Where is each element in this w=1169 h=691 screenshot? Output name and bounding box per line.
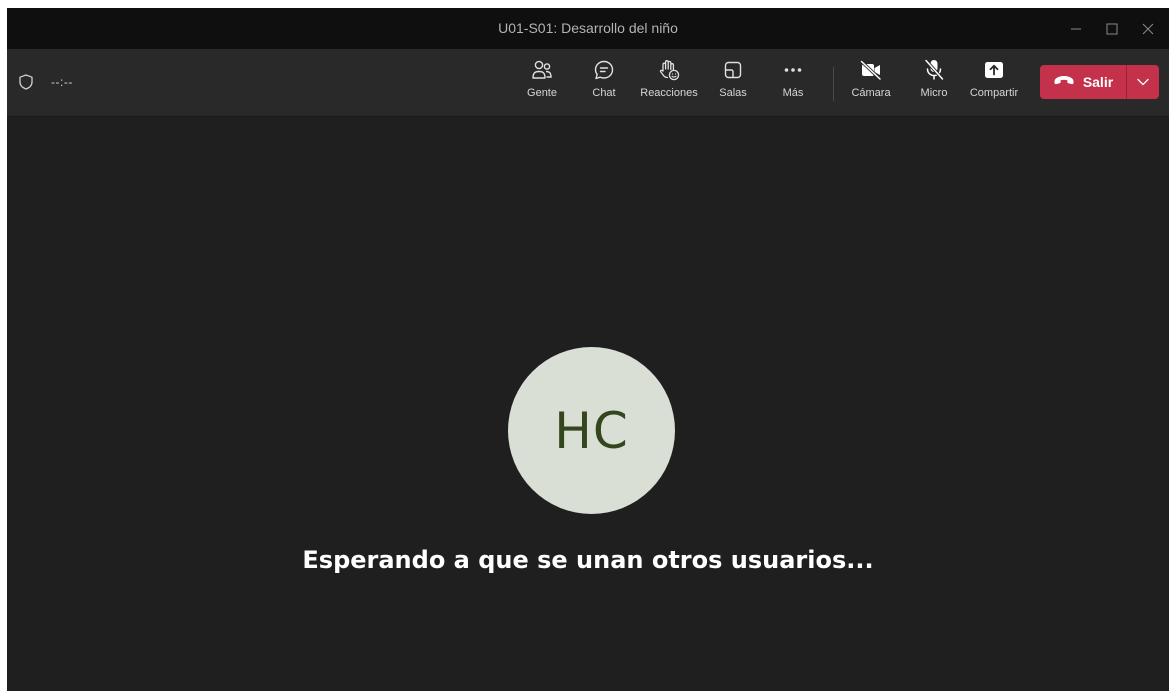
toolbar-divider bbox=[833, 67, 834, 101]
minimize-button[interactable] bbox=[1059, 8, 1093, 49]
meeting-timer: --:-- bbox=[51, 75, 73, 89]
share-label: Compartir bbox=[969, 87, 1019, 99]
chat-label: Chat bbox=[592, 87, 616, 99]
reactions-button[interactable]: Reacciones bbox=[638, 57, 700, 113]
avatar: HC bbox=[508, 347, 675, 514]
camera-button[interactable]: Cámara bbox=[848, 57, 894, 113]
camera-label: Cámara bbox=[851, 87, 891, 99]
raise-hand-icon bbox=[657, 57, 681, 83]
more-icon bbox=[782, 57, 804, 83]
rooms-label: Salas bbox=[719, 87, 747, 99]
meeting-window: U01-S01: Desarrollo del niño --:-- Gente… bbox=[7, 8, 1169, 691]
people-icon bbox=[531, 57, 553, 83]
hang-up-icon bbox=[1053, 73, 1075, 91]
people-button[interactable]: Gente bbox=[524, 57, 560, 113]
window-title: U01-S01: Desarrollo del niño bbox=[498, 20, 678, 36]
minimize-icon bbox=[1071, 28, 1081, 29]
rooms-icon bbox=[723, 57, 743, 83]
avatar-initials: HC bbox=[554, 401, 629, 460]
close-icon bbox=[1142, 23, 1154, 34]
more-button[interactable]: Más bbox=[776, 57, 810, 113]
meeting-toolbar: --:-- Gente Chat Reacciones Salas Más Cá… bbox=[7, 49, 1169, 117]
mic-button[interactable]: Micro bbox=[916, 57, 952, 113]
reactions-label: Reacciones bbox=[640, 87, 698, 99]
mic-label: Micro bbox=[920, 87, 948, 99]
mic-off-icon bbox=[923, 57, 945, 83]
leave-options-button[interactable] bbox=[1127, 65, 1159, 99]
chat-icon bbox=[593, 57, 615, 83]
more-label: Más bbox=[782, 87, 804, 99]
rooms-button[interactable]: Salas bbox=[714, 57, 752, 113]
close-button[interactable] bbox=[1131, 8, 1165, 49]
share-button[interactable]: Compartir bbox=[964, 57, 1024, 113]
people-label: Gente bbox=[527, 87, 557, 99]
leave-button[interactable]: Salir bbox=[1040, 65, 1126, 99]
shield-icon[interactable] bbox=[19, 74, 33, 95]
maximize-icon bbox=[1106, 23, 1118, 34]
title-bar: U01-S01: Desarrollo del niño bbox=[7, 8, 1169, 49]
waiting-message: Esperando a que se unan otros usuarios..… bbox=[302, 546, 874, 574]
share-icon bbox=[983, 57, 1005, 83]
chevron-down-icon bbox=[1137, 78, 1149, 86]
maximize-button[interactable] bbox=[1095, 8, 1129, 49]
leave-button-group: Salir bbox=[1040, 65, 1159, 99]
leave-label: Salir bbox=[1082, 74, 1114, 90]
chat-button[interactable]: Chat bbox=[587, 57, 621, 113]
camera-off-icon bbox=[859, 57, 883, 83]
